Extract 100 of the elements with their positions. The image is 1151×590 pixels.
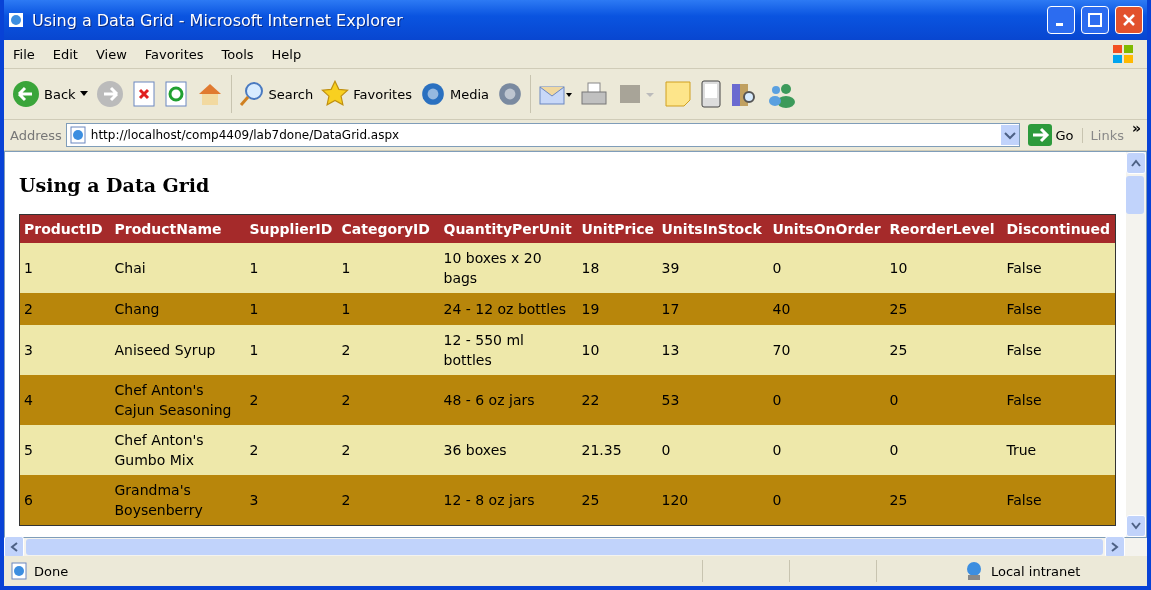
table-cell: 2 xyxy=(245,375,338,425)
horizontal-scroll-thumb[interactable] xyxy=(26,539,1103,555)
table-cell: 2 xyxy=(19,293,111,325)
scroll-thumb[interactable] xyxy=(1126,176,1144,214)
scroll-up-button[interactable] xyxy=(1126,152,1146,174)
table-cell: 6 xyxy=(19,475,111,526)
table-cell: Chef Anton's Gumbo Mix xyxy=(110,425,246,475)
table-cell: 4 xyxy=(19,375,111,425)
table-cell: 22 xyxy=(577,375,658,425)
search-icon xyxy=(238,81,265,107)
table-cell: 25 xyxy=(885,475,1003,526)
browser-icon xyxy=(8,11,26,29)
table-cell: 2 xyxy=(245,425,338,475)
window-title: Using a Data Grid - Microsoft Internet Explorer xyxy=(32,10,404,30)
table-cell: 25 xyxy=(577,475,658,526)
table-cell: False xyxy=(1002,243,1116,293)
table-cell: Chai xyxy=(110,243,246,293)
table-cell: 12 - 550 ml bottles xyxy=(439,325,578,375)
status-text: Done xyxy=(34,563,70,579)
zone-text: Local intranet xyxy=(991,563,1082,579)
close-button[interactable] xyxy=(1115,6,1143,34)
column-header: SupplierID xyxy=(245,214,338,243)
table-cell: 0 xyxy=(885,375,1003,425)
table-cell: 2 xyxy=(337,425,440,475)
table-cell: 10 xyxy=(885,243,1003,293)
column-header: ProductName xyxy=(110,214,246,243)
chevron-left-icon xyxy=(10,542,18,552)
menu-item[interactable]: View xyxy=(86,46,136,62)
star-icon xyxy=(321,80,350,108)
table-cell: 0 xyxy=(885,425,1003,475)
menu-item[interactable]: Tools xyxy=(212,46,263,62)
column-header: ProductID xyxy=(19,214,111,243)
chevron-right-icon xyxy=(1111,542,1119,552)
table-cell: 5 xyxy=(19,425,111,475)
table-cell: Chef Anton's Cajun Seasoning xyxy=(110,375,246,425)
chevron-down-icon xyxy=(1131,522,1141,530)
table-cell: 39 xyxy=(657,243,769,293)
scroll-down-button[interactable] xyxy=(1126,515,1146,537)
column-header: UnitsInStock xyxy=(657,214,769,243)
table-cell: 1 xyxy=(245,293,338,325)
table-cell: 0 xyxy=(768,375,886,425)
chevron-up-icon xyxy=(1131,159,1141,167)
table-cell: 3 xyxy=(245,475,338,526)
table-cell: 1 xyxy=(337,243,440,293)
table-cell: 3 xyxy=(19,325,111,375)
table-cell: 1 xyxy=(19,243,111,293)
column-header: Discontinued xyxy=(1002,214,1116,243)
menu-item[interactable]: Favorites xyxy=(135,46,213,62)
table-cell: 120 xyxy=(657,475,769,526)
table-cell: False xyxy=(1002,475,1116,526)
column-header: UnitsOnOrder xyxy=(768,214,886,243)
table-cell: 25 xyxy=(885,293,1003,325)
back-button[interactable]: Back xyxy=(8,78,92,110)
caret-icon xyxy=(79,91,88,97)
table-cell: 70 xyxy=(768,325,886,375)
table-cell: 10 boxes x 20 bags xyxy=(439,243,578,293)
column-header: UnitPrice xyxy=(577,214,658,243)
go-button[interactable]: Go xyxy=(1023,122,1078,148)
address-url: http://localhost/comp4409/lab7done/DataGrid.aspx xyxy=(90,128,401,142)
table-cell: 36 boxes xyxy=(439,425,578,475)
menu-item[interactable]: File xyxy=(4,46,44,62)
table-cell: 1 xyxy=(337,293,440,325)
scroll-left-button[interactable] xyxy=(4,536,24,558)
dropdown-icon[interactable] xyxy=(1000,125,1019,145)
menu-item[interactable]: Help xyxy=(262,46,311,62)
favorites-button[interactable]: Favorites xyxy=(317,78,416,110)
table-cell: 2 xyxy=(337,325,440,375)
table-cell: 0 xyxy=(768,243,886,293)
more-links-chevron[interactable]: » xyxy=(1131,120,1141,136)
table-cell: 24 - 12 oz bottles xyxy=(439,293,578,325)
table-cell: 1 xyxy=(245,325,338,375)
page-heading: Using a Data Grid xyxy=(19,174,211,196)
table-cell: 0 xyxy=(768,425,886,475)
table-cell: 1 xyxy=(245,243,338,293)
maximize-icon xyxy=(1088,13,1102,27)
address-field[interactable]: http://localhost/comp4409/lab7done/DataGrid.aspx xyxy=(65,123,1020,147)
column-header: QuantityPerUnit xyxy=(439,214,578,243)
table-cell: False xyxy=(1002,375,1116,425)
menu-item[interactable]: Edit xyxy=(43,46,87,62)
scroll-right-button[interactable] xyxy=(1105,536,1125,558)
table-cell: 2 xyxy=(337,475,440,526)
close-icon xyxy=(1122,13,1136,27)
table-cell: 0 xyxy=(657,425,769,475)
table-cell: 48 - 6 oz jars xyxy=(439,375,578,425)
table-cell: 53 xyxy=(657,375,769,425)
table-cell: 21.35 xyxy=(577,425,658,475)
table-cell: Grandma's Boysenberry xyxy=(110,475,246,526)
search-button[interactable]: Search xyxy=(234,79,318,109)
table-cell: 0 xyxy=(768,475,886,526)
table-cell: 12 - 8 oz jars xyxy=(439,475,578,526)
table-cell: 17 xyxy=(657,293,769,325)
page-icon xyxy=(10,562,28,580)
address-label: Address xyxy=(10,127,62,143)
maximize-button[interactable] xyxy=(1081,6,1109,34)
media-button[interactable]: Media xyxy=(415,79,493,109)
table-cell: True xyxy=(1002,425,1116,475)
table-cell: False xyxy=(1002,325,1116,375)
minimize-button[interactable] xyxy=(1047,6,1075,34)
windows-logo-icon xyxy=(1111,43,1135,65)
table-cell: Aniseed Syrup xyxy=(110,325,246,375)
